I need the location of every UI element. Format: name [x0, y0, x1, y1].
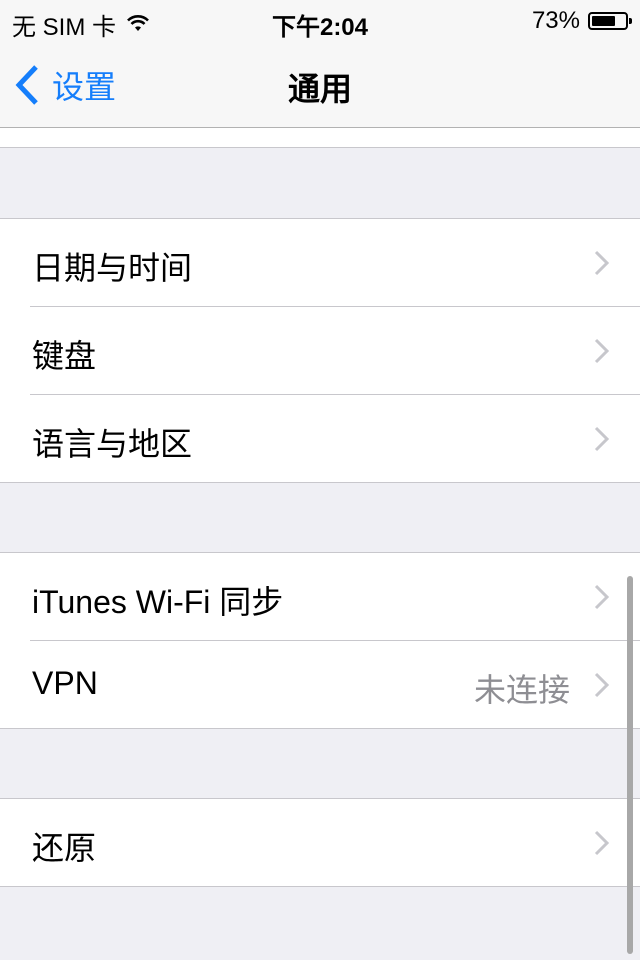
battery-icon [588, 12, 632, 30]
chevron-right-icon [594, 672, 610, 698]
row-reset[interactable]: 还原 [0, 799, 640, 886]
vpn-status-value: 未连接 [473, 672, 570, 708]
battery-fill [592, 16, 616, 26]
settings-group-1: 日期与时间 键盘 语言与地区 [0, 218, 640, 483]
row-label: 键盘 [32, 338, 97, 374]
row-vpn[interactable]: VPN 未连接 [0, 640, 640, 728]
status-bar: 无 SIM 卡 下午2:04 73% [0, 0, 640, 41]
navigation-bar: 设置 通用 [0, 40, 640, 128]
row-label: iTunes Wi-Fi 同步 [32, 584, 284, 620]
scroll-indicator[interactable] [627, 576, 633, 954]
chevron-right-icon [594, 338, 610, 364]
row-date-time[interactable]: 日期与时间 [0, 219, 640, 306]
row-language-region[interactable]: 语言与地区 [0, 394, 640, 482]
chevron-right-icon [594, 830, 610, 856]
previous-section-edge [0, 128, 640, 148]
chevron-right-icon [594, 426, 610, 452]
chevron-right-icon [594, 584, 610, 610]
row-label: VPN [32, 665, 98, 701]
row-label: 还原 [32, 830, 97, 866]
chevron-right-icon [594, 250, 610, 276]
row-itunes-wifi-sync[interactable]: iTunes Wi-Fi 同步 [0, 553, 640, 640]
settings-group-3: 还原 [0, 798, 640, 887]
battery-nub [629, 18, 632, 24]
row-label: 语言与地区 [32, 426, 193, 462]
status-right: 73% [531, 7, 632, 35]
battery-percent: 73% [531, 7, 580, 34]
page-title: 通用 [287, 71, 352, 107]
row-keyboard[interactable]: 键盘 [0, 306, 640, 394]
settings-group-2: iTunes Wi-Fi 同步 VPN 未连接 [0, 552, 640, 729]
row-label: 日期与时间 [32, 250, 193, 286]
